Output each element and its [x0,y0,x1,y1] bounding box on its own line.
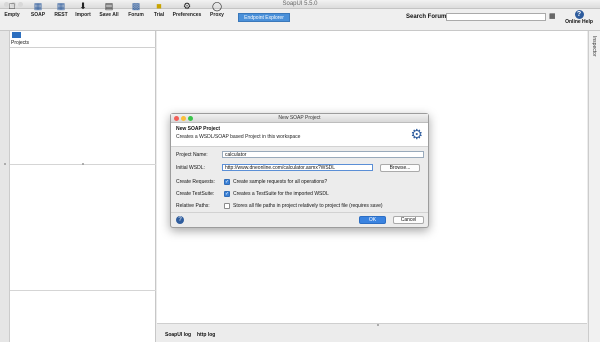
preferences-icon: ⚙ [182,1,192,11]
projects-tab-icon[interactable] [12,32,21,38]
initial-wsdl-label: Initial WSDL: [176,165,205,171]
dialog-minimize-icon[interactable] [181,116,186,121]
soap-button[interactable]: ▦ SOAP [28,1,48,21]
search-forum-input[interactable] [446,13,546,21]
rest-icon: ▦ [56,1,66,11]
new-soap-project-dialog: New SOAP Project New SOAP Project Create… [170,113,429,228]
save-all-button[interactable]: ▤ Save All [97,1,121,21]
dialog-header: New SOAP Project Creates a WSDL/SOAP bas… [171,123,428,147]
empty-project-icon: □ [9,1,15,11]
online-help-button[interactable]: ? Online Help [564,10,594,25]
toolbar-label: REST [54,12,68,18]
browse-button[interactable]: Browse... [380,164,420,172]
dialog-footer-divider [171,212,428,213]
help-icon[interactable]: ? [176,216,184,224]
ok-button[interactable]: OK [359,216,386,224]
create-testsuite-checkbox[interactable]: ✓ [224,191,230,197]
toolbar-label: Forum [128,12,144,18]
online-help-label: Online Help [565,19,593,25]
trial-button[interactable]: ■ Trial [150,1,168,21]
forum-button[interactable]: ▩ Forum [126,1,146,21]
dialog-maximize-icon[interactable] [188,116,193,121]
relative-paths-text: Stores all file paths in project relativ… [233,203,383,209]
rest-button[interactable]: ▦ REST [51,1,71,21]
dialog-close-icon[interactable] [174,116,179,121]
navigator-divider [10,47,156,48]
toolbar-label: SOAP [30,12,46,18]
relative-paths-checkbox[interactable] [224,203,230,209]
forum-icon: ▩ [131,1,141,11]
create-requests-checkbox[interactable]: ✓ [224,179,230,185]
split-grip-icon [4,163,6,165]
inspector-tab[interactable]: Inspector [591,36,597,57]
tab-soapui-log[interactable]: SoapUI log [165,332,191,338]
help-icon: ? [574,10,584,19]
tab-http-log[interactable]: http log [197,332,215,338]
relative-paths-label: Relative Paths: [176,203,210,209]
import-icon: ⬇ [79,1,87,11]
split-grip-icon [82,163,84,165]
preferences-button[interactable]: ⚙ Preferences [172,1,202,21]
search-icon[interactable]: ▦ [549,13,556,21]
initial-wsdl-input[interactable]: http://www.dneonline.com/calculator.asmx… [222,164,373,171]
split-grip-icon [377,324,379,326]
gear-icon: ⚙ [410,126,423,142]
projects-label: Projects [11,40,30,46]
create-testsuite-text: Creates a TestSuite for the imported WSD… [233,191,329,197]
dialog-heading: New SOAP Project [176,126,221,132]
empty-project-button[interactable]: □ Empty [3,1,21,21]
toolbar-label: Save All [99,12,119,18]
project-name-input[interactable]: calculator [222,151,424,158]
create-requests-label: Create Requests: [176,179,215,185]
cancel-button[interactable]: Cancel [393,216,424,224]
navigator-collapse-strip[interactable] [0,31,10,342]
navigator-bottom-divider [10,290,156,291]
toolbar-label: Trial [153,12,165,18]
navigator-panel [10,31,156,342]
log-tab-bar [157,323,587,342]
trial-icon: ■ [156,1,162,11]
proxy-icon: ◯ [211,1,223,11]
toolbar-label: Preferences [172,12,202,18]
create-requests-text: Create sample requests for all operation… [233,179,328,185]
toolbar-label: Empty [4,12,20,18]
endpoint-explorer-button[interactable]: Endpoint Explorer [238,13,290,22]
inspector-strip[interactable] [588,31,600,342]
search-forum-label: Search Forum [406,14,447,20]
import-button[interactable]: ⬇ Import [73,1,93,21]
dialog-title: New SOAP Project [278,115,321,121]
project-name-label: Project Name: [176,152,208,158]
soap-icon: ▦ [33,1,43,11]
toolbar-label: Import [75,12,91,18]
dialog-subheading: Creates a WSDL/SOAP based Project in thi… [176,134,301,140]
proxy-button[interactable]: ◯ Proxy [207,1,227,21]
save-all-icon: ▤ [104,1,114,11]
window-title: SoapUI 5.5.0 [282,1,318,7]
create-testsuite-label: Create TestSuite: [176,191,215,197]
toolbar-label: Proxy [210,12,224,18]
dialog-title-bar: New SOAP Project [171,114,428,123]
